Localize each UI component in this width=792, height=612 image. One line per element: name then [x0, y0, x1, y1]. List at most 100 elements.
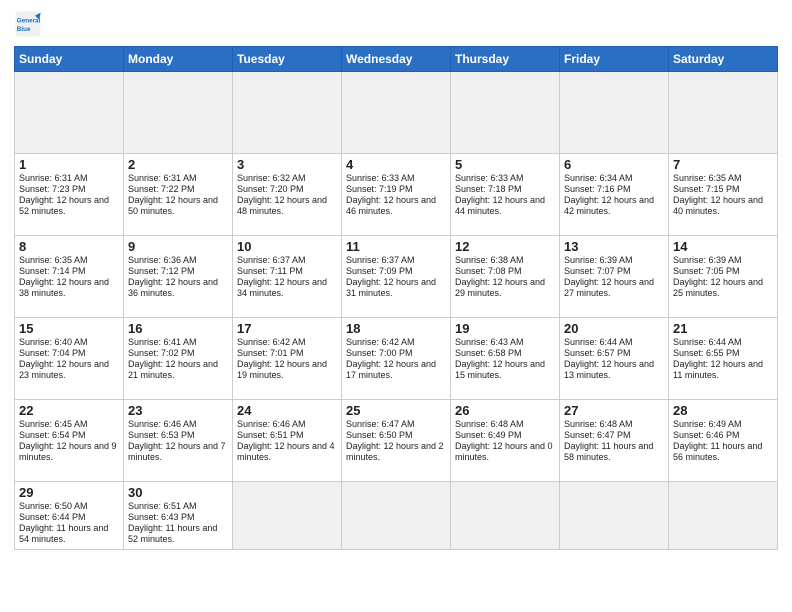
sunrise-label: Sunrise: 6:48 AM — [455, 419, 524, 429]
calendar-cell — [342, 482, 451, 550]
sunset-label: Sunset: 6:44 PM — [19, 512, 86, 522]
calendar-cell — [342, 72, 451, 154]
sunset-label: Sunset: 7:15 PM — [673, 184, 740, 194]
sunset-label: Sunset: 7:19 PM — [346, 184, 413, 194]
daylight-label: Daylight: 11 hours and 52 minutes. — [128, 523, 217, 544]
day-number: 4 — [346, 157, 446, 172]
sunrise-label: Sunrise: 6:51 AM — [128, 501, 197, 511]
day-number: 16 — [128, 321, 228, 336]
calendar-cell: 21Sunrise: 6:44 AMSunset: 6:55 PMDayligh… — [669, 318, 778, 400]
daylight-label: Daylight: 12 hours and 15 minutes. — [455, 359, 545, 380]
sunrise-label: Sunrise: 6:31 AM — [128, 173, 197, 183]
calendar-cell: 6Sunrise: 6:34 AMSunset: 7:16 PMDaylight… — [560, 154, 669, 236]
calendar-cell: 26Sunrise: 6:48 AMSunset: 6:49 PMDayligh… — [451, 400, 560, 482]
day-number: 3 — [237, 157, 337, 172]
calendar-cell — [560, 72, 669, 154]
daylight-label: Daylight: 11 hours and 56 minutes. — [673, 441, 762, 462]
day-number: 9 — [128, 239, 228, 254]
daylight-label: Daylight: 12 hours and 0 minutes. — [455, 441, 553, 462]
calendar-cell: 19Sunrise: 6:43 AMSunset: 6:58 PMDayligh… — [451, 318, 560, 400]
daylight-label: Daylight: 12 hours and 40 minutes. — [673, 195, 763, 216]
daylight-label: Daylight: 12 hours and 17 minutes. — [346, 359, 436, 380]
daylight-label: Daylight: 12 hours and 52 minutes. — [19, 195, 109, 216]
sunrise-label: Sunrise: 6:46 AM — [237, 419, 306, 429]
daylight-label: Daylight: 12 hours and 50 minutes. — [128, 195, 218, 216]
day-number: 27 — [564, 403, 664, 418]
daylight-label: Daylight: 12 hours and 44 minutes. — [455, 195, 545, 216]
day-number: 18 — [346, 321, 446, 336]
sunset-label: Sunset: 7:20 PM — [237, 184, 304, 194]
day-number: 22 — [19, 403, 119, 418]
sunset-label: Sunset: 6:53 PM — [128, 430, 195, 440]
daylight-label: Daylight: 12 hours and 31 minutes. — [346, 277, 436, 298]
calendar-cell: 4Sunrise: 6:33 AMSunset: 7:19 PMDaylight… — [342, 154, 451, 236]
sunrise-label: Sunrise: 6:50 AM — [19, 501, 88, 511]
sunrise-label: Sunrise: 6:44 AM — [564, 337, 633, 347]
sunset-label: Sunset: 7:11 PM — [237, 266, 303, 276]
daylight-label: Daylight: 12 hours and 48 minutes. — [237, 195, 327, 216]
sunrise-label: Sunrise: 6:37 AM — [346, 255, 415, 265]
calendar-cell: 27Sunrise: 6:48 AMSunset: 6:47 PMDayligh… — [560, 400, 669, 482]
sunrise-label: Sunrise: 6:34 AM — [564, 173, 633, 183]
daylight-label: Daylight: 12 hours and 42 minutes. — [564, 195, 654, 216]
sunset-label: Sunset: 6:58 PM — [455, 348, 522, 358]
sunrise-label: Sunrise: 6:33 AM — [346, 173, 415, 183]
sunset-label: Sunset: 7:02 PM — [128, 348, 195, 358]
calendar-cell — [15, 72, 124, 154]
col-header-sunday: Sunday — [15, 47, 124, 72]
day-number: 23 — [128, 403, 228, 418]
sunrise-label: Sunrise: 6:42 AM — [346, 337, 415, 347]
day-number: 14 — [673, 239, 773, 254]
page-container: General Blue SundayMondayTuesdayWednesda… — [0, 0, 792, 556]
day-number: 25 — [346, 403, 446, 418]
daylight-label: Daylight: 12 hours and 19 minutes. — [237, 359, 327, 380]
calendar-cell: 17Sunrise: 6:42 AMSunset: 7:01 PMDayligh… — [233, 318, 342, 400]
sunset-label: Sunset: 6:46 PM — [673, 430, 740, 440]
day-number: 30 — [128, 485, 228, 500]
sunrise-label: Sunrise: 6:35 AM — [673, 173, 742, 183]
calendar-cell: 20Sunrise: 6:44 AMSunset: 6:57 PMDayligh… — [560, 318, 669, 400]
calendar-cell: 11Sunrise: 6:37 AMSunset: 7:09 PMDayligh… — [342, 236, 451, 318]
calendar-cell: 29Sunrise: 6:50 AMSunset: 6:44 PMDayligh… — [15, 482, 124, 550]
calendar-cell — [451, 72, 560, 154]
sunset-label: Sunset: 6:50 PM — [346, 430, 413, 440]
day-number: 10 — [237, 239, 337, 254]
daylight-label: Daylight: 11 hours and 58 minutes. — [564, 441, 653, 462]
sunrise-label: Sunrise: 6:40 AM — [19, 337, 88, 347]
calendar-table: SundayMondayTuesdayWednesdayThursdayFrid… — [14, 46, 778, 550]
sunset-label: Sunset: 7:08 PM — [455, 266, 522, 276]
daylight-label: Daylight: 12 hours and 27 minutes. — [564, 277, 654, 298]
sunrise-label: Sunrise: 6:48 AM — [564, 419, 633, 429]
calendar-cell: 24Sunrise: 6:46 AMSunset: 6:51 PMDayligh… — [233, 400, 342, 482]
daylight-label: Daylight: 12 hours and 25 minutes. — [673, 277, 763, 298]
sunset-label: Sunset: 7:12 PM — [128, 266, 195, 276]
daylight-label: Daylight: 12 hours and 9 minutes. — [19, 441, 117, 462]
calendar-cell: 16Sunrise: 6:41 AMSunset: 7:02 PMDayligh… — [124, 318, 233, 400]
calendar-cell: 5Sunrise: 6:33 AMSunset: 7:18 PMDaylight… — [451, 154, 560, 236]
daylight-label: Daylight: 12 hours and 2 minutes. — [346, 441, 444, 462]
calendar-cell: 9Sunrise: 6:36 AMSunset: 7:12 PMDaylight… — [124, 236, 233, 318]
calendar-cell: 28Sunrise: 6:49 AMSunset: 6:46 PMDayligh… — [669, 400, 778, 482]
day-number: 5 — [455, 157, 555, 172]
sunset-label: Sunset: 7:05 PM — [673, 266, 740, 276]
calendar-cell: 30Sunrise: 6:51 AMSunset: 6:43 PMDayligh… — [124, 482, 233, 550]
header-row: General Blue — [14, 10, 778, 38]
sunrise-label: Sunrise: 6:35 AM — [19, 255, 88, 265]
calendar-cell — [451, 482, 560, 550]
sunrise-label: Sunrise: 6:33 AM — [455, 173, 524, 183]
day-number: 6 — [564, 157, 664, 172]
col-header-thursday: Thursday — [451, 47, 560, 72]
calendar-cell: 10Sunrise: 6:37 AMSunset: 7:11 PMDayligh… — [233, 236, 342, 318]
calendar-cell — [560, 482, 669, 550]
calendar-cell: 15Sunrise: 6:40 AMSunset: 7:04 PMDayligh… — [15, 318, 124, 400]
daylight-label: Daylight: 12 hours and 46 minutes. — [346, 195, 436, 216]
day-number: 24 — [237, 403, 337, 418]
logo-icon: General Blue — [14, 10, 42, 38]
calendar-cell: 23Sunrise: 6:46 AMSunset: 6:53 PMDayligh… — [124, 400, 233, 482]
sunset-label: Sunset: 6:49 PM — [455, 430, 522, 440]
calendar-cell: 22Sunrise: 6:45 AMSunset: 6:54 PMDayligh… — [15, 400, 124, 482]
sunrise-label: Sunrise: 6:31 AM — [19, 173, 88, 183]
daylight-label: Daylight: 12 hours and 7 minutes. — [128, 441, 226, 462]
sunrise-label: Sunrise: 6:39 AM — [673, 255, 742, 265]
daylight-label: Daylight: 12 hours and 34 minutes. — [237, 277, 327, 298]
